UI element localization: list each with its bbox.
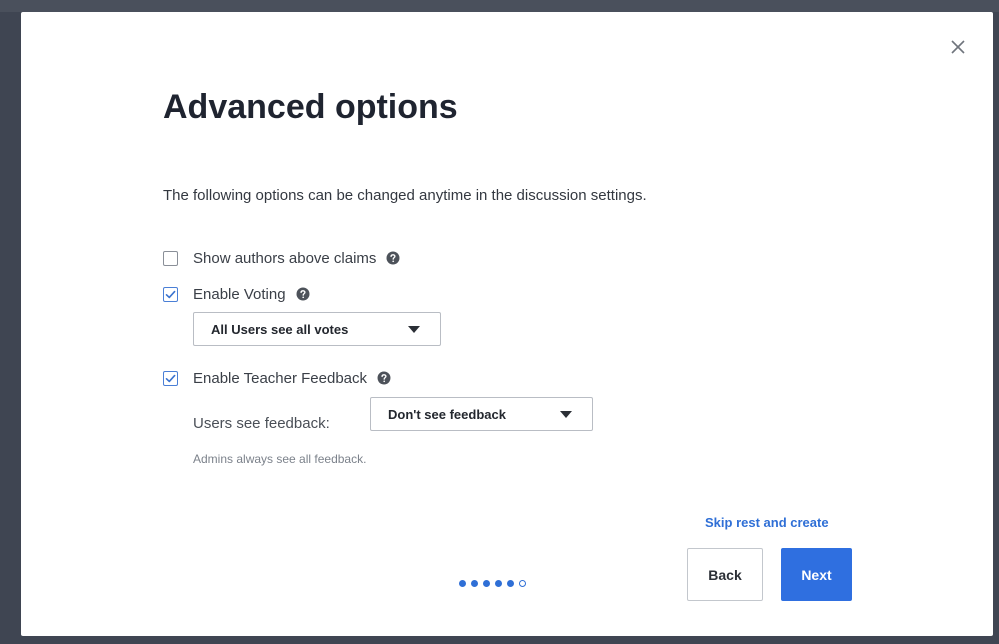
dialog-description: The following options can be changed any… (163, 187, 647, 204)
close-icon (951, 40, 965, 54)
feedback-visibility-value: Don't see feedback (388, 406, 506, 422)
help-icon[interactable] (377, 371, 391, 385)
check-icon (165, 290, 176, 298)
step-dot (483, 580, 490, 587)
step-dot (459, 580, 466, 587)
step-dot (519, 580, 526, 587)
step-dot (495, 580, 502, 587)
caret-down-icon (408, 326, 420, 333)
step-dot (507, 580, 514, 587)
option-show-authors: Show authors above claims (163, 248, 400, 268)
users-see-feedback-label: Users see feedback: (193, 415, 330, 432)
option-enable-voting: Enable Voting (163, 284, 310, 304)
teacher-feedback-checkbox[interactable] (163, 370, 178, 386)
enable-voting-checkbox[interactable] (163, 286, 178, 302)
option-teacher-feedback: Enable Teacher Feedback (163, 368, 391, 388)
admins-feedback-hint: Admins always see all feedback. (193, 452, 367, 466)
enable-voting-label: Enable Voting (193, 285, 286, 303)
help-icon[interactable] (386, 251, 400, 265)
show-authors-checkbox[interactable] (163, 250, 178, 266)
feedback-visibility-select[interactable]: Don't see feedback (370, 397, 593, 431)
dialog-title: Advanced options (163, 88, 458, 126)
step-dot (471, 580, 478, 587)
help-icon[interactable] (296, 287, 310, 301)
back-button[interactable]: Back (687, 548, 763, 601)
teacher-feedback-label: Enable Teacher Feedback (193, 369, 368, 387)
check-icon (165, 374, 176, 382)
step-indicator (459, 580, 526, 587)
voting-visibility-value: All Users see all votes (211, 321, 349, 337)
voting-visibility-select[interactable]: All Users see all votes (193, 312, 441, 346)
show-authors-label: Show authors above claims (193, 249, 377, 267)
next-button[interactable]: Next (781, 548, 852, 601)
caret-down-icon (560, 411, 572, 418)
skip-and-create-link[interactable]: Skip rest and create (705, 515, 829, 530)
close-button[interactable] (947, 36, 969, 58)
advanced-options-dialog: Advanced options The following options c… (21, 12, 993, 636)
page-backdrop (0, 0, 999, 12)
